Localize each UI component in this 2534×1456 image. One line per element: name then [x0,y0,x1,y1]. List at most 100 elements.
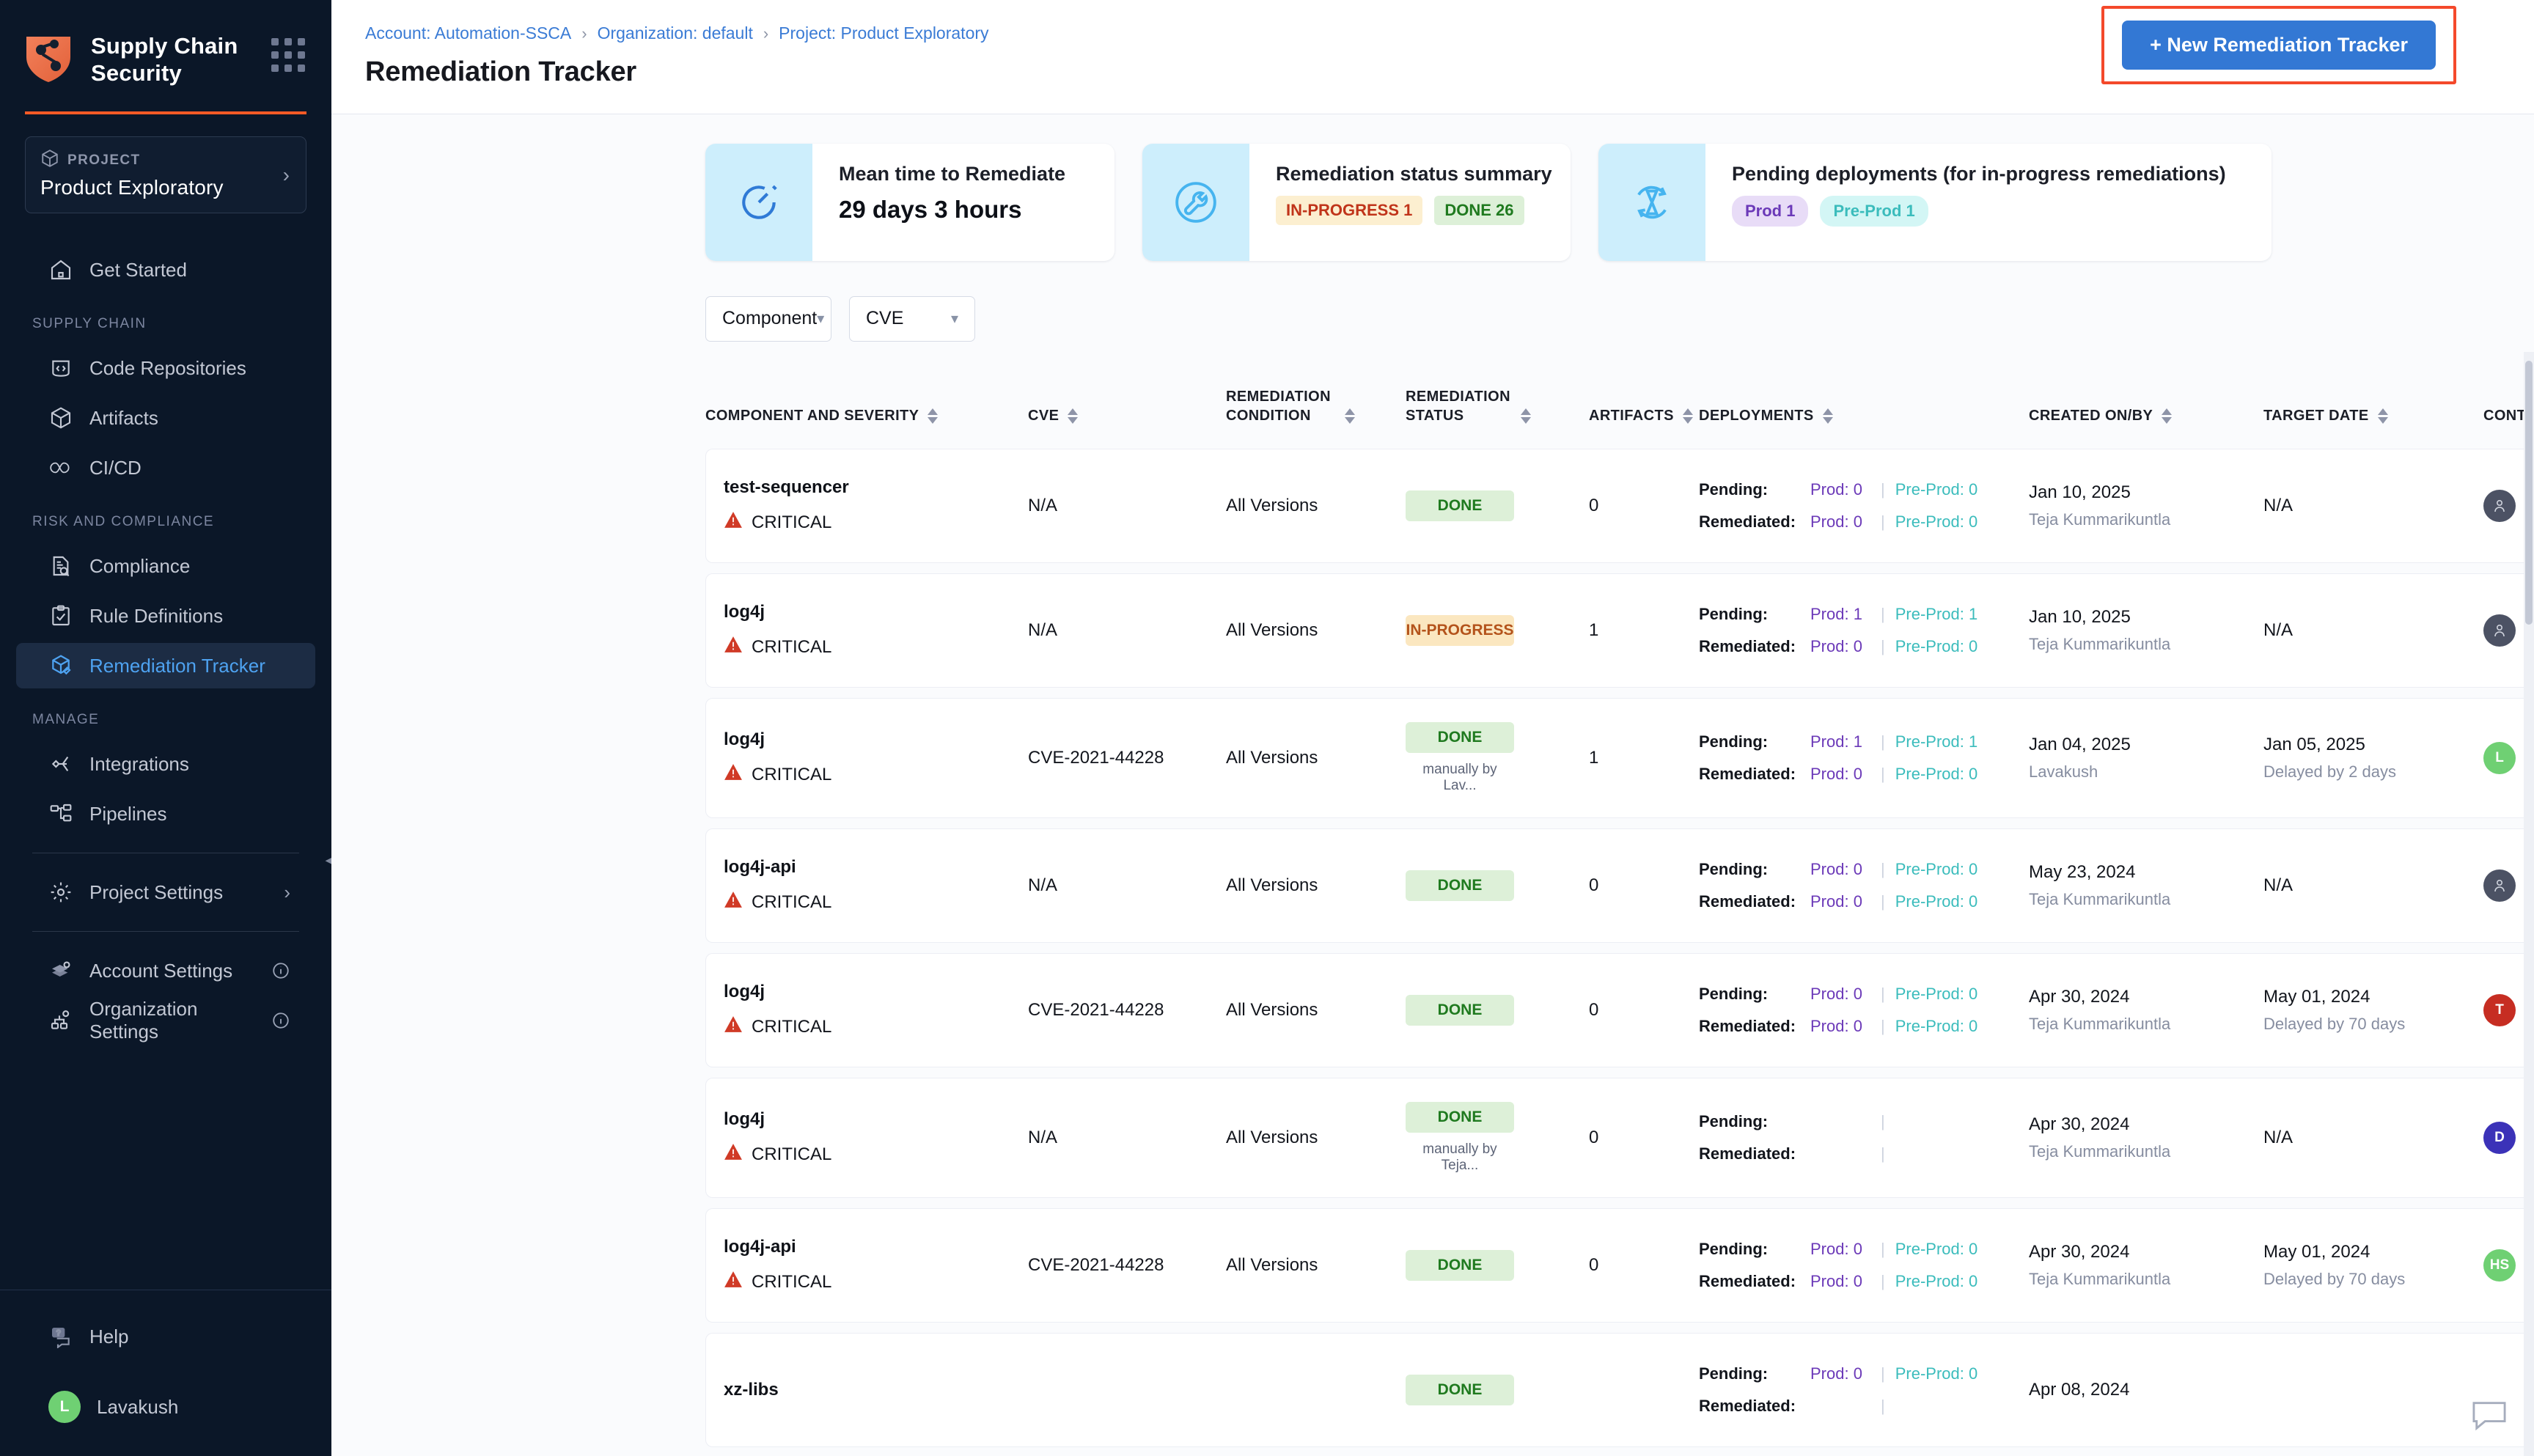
table-row[interactable]: test-sequencer CRITICAL N/A All Versions … [705,448,2534,563]
deployments-remediated: Remediated: Prod: 0 | Pre-Prod: 0 [1699,892,2029,911]
sidebar-item-compliance[interactable]: Compliance [16,543,315,589]
breadcrumb-organization[interactable]: Organization: default [598,23,753,43]
vertical-scrollbar-thumb[interactable] [2525,361,2533,625]
shield-supply-chain-logo-icon [25,35,72,84]
sort-icon[interactable] [1822,408,1833,425]
filter-bar: Component ▾ CVE ▾ [331,261,2534,342]
status-badge: DONE [1406,721,1514,753]
sort-icon[interactable] [1345,408,1355,425]
sort-icon[interactable] [1521,408,1531,425]
main-area: Account: Automation-SSCA › Organization:… [331,0,2534,1456]
new-remediation-tracker-button[interactable]: + New Remediation Tracker [2122,21,2436,70]
breadcrumb-account[interactable]: Account: Automation-SSCA [365,23,571,43]
sidebar-item-project-settings[interactable]: Project Settings › [16,869,315,915]
sort-icon[interactable] [928,408,939,425]
deployments-divider: | [1881,1364,1885,1383]
created-by: Teja Kummarikuntla [2029,1141,2171,1161]
sidebar-item-organization-settings[interactable]: Organization Settings [16,998,315,1043]
table-row[interactable]: log4j-api CRITICAL N/A All Versions DONE … [705,828,2534,943]
sidebar-item-remediation-tracker[interactable]: Remediation Tracker [16,643,315,688]
deployments-divider: | [1881,512,1885,531]
status-subtext: manually by Lav... [1422,761,1497,793]
col-remediation-status[interactable]: REMEDIATION STATUS [1406,387,1589,438]
brand-header[interactable]: Supply Chain Security [0,0,331,97]
created-by: Teja Kummarikuntla [2029,1014,2171,1033]
app-grid-icon[interactable] [271,38,305,72]
sort-icon[interactable] [1682,408,1693,425]
sidebar-item-rule-definitions[interactable]: Rule Definitions [16,593,315,639]
sidebar-section-supply-chain: SUPPLY CHAIN [32,316,147,331]
col-remediation-condition[interactable]: REMEDIATION CONDITION [1226,387,1406,438]
infinity-icon [48,455,73,480]
sidebar-item-code-repositories[interactable]: Code Repositories [16,345,315,391]
sidebar-item-integrations[interactable]: Integrations [16,741,315,787]
deployment-chips: Prod 1 Pre-Prod 1 [1732,195,2226,227]
deployments-divider: | [1881,859,1885,878]
component-filter-select[interactable]: Component ▾ [705,295,831,342]
sidebar-item-get-started[interactable]: Get Started [16,247,315,293]
col-deployments[interactable]: DEPLOYMENTS [1699,387,2029,438]
gear-icon [48,880,73,905]
project-selector[interactable]: PROJECT Product Exploratory › [25,136,306,213]
sidebar-item-help[interactable]: ? Help [16,1314,315,1359]
component-name: log4j [724,729,765,750]
chat-support-icon[interactable] [2469,1397,2509,1431]
info-icon[interactable] [271,961,290,980]
status-chips: IN-PROGRESS 1 DONE 26 [1276,195,1552,225]
cell-deployments: Pending: Prod: 0 | Pre-Prod: 0 Remediate… [1699,952,2029,1067]
sidebar-footer: ? Help L Lavakush [0,1290,331,1456]
col-created-on-by[interactable]: CREATED ON/BY [2029,387,2263,438]
sort-icon[interactable] [1068,408,1079,425]
severity-label: CRITICAL [752,512,832,532]
card-label: Pending deployments (for in-progress rem… [1732,162,2226,185]
sidebar-user[interactable]: L Lavakush [16,1384,315,1430]
breadcrumb-project[interactable]: Project: Product Exploratory [779,23,988,43]
sidebar-item-label: Code Repositories [89,356,246,379]
sidebar-item-artifacts[interactable]: Artifacts [16,395,315,441]
deployments-remediated: Remediated: Prod: 0 | Pre-Prod: 0 [1699,1017,2029,1036]
sort-icon[interactable] [2377,408,2388,425]
sort-icon[interactable] [2162,408,2173,425]
table-row[interactable]: log4j CRITICAL CVE-2021-44228 All Version… [705,952,2534,1067]
deployments-pending-preprod: Pre-Prod: 0 [1895,984,1978,1003]
component-filter-value: Component [722,308,818,329]
severity-badge: CRITICAL [724,1143,1028,1166]
col-artifacts[interactable]: ARTIFACTS [1589,387,1699,438]
target-date: N/A [2263,619,2294,640]
cell-target-date [2263,1332,2483,1447]
cell-target-date: N/A [2263,573,2483,688]
cube-icon [48,405,73,430]
cube-icon [40,149,59,172]
cell-artifacts: 0 [1589,1077,1699,1198]
created-by: Teja Kummarikuntla [2029,1269,2171,1288]
table-row[interactable]: log4j CRITICAL N/A All Versions DONE manu… [705,1077,2534,1198]
sidebar-item-pipelines[interactable]: Pipelines [16,791,315,837]
chevron-right-icon: › [284,880,290,903]
severity-badge: CRITICAL [724,1271,1028,1293]
deployments-divider: | [1881,732,1885,751]
info-icon[interactable] [271,1011,290,1030]
table-row[interactable]: log4j CRITICAL N/A All Versions IN-PROGRE… [705,573,2534,688]
component-name: test-sequencer [724,477,849,498]
col-target-date[interactable]: TARGET DATE [2263,387,2483,438]
remediation-table-wrapper: COMPONENT AND SEVERITY CVE REMEDIATION C… [331,342,2534,1456]
created-on: Jan 04, 2025 [2029,734,2131,754]
severity-label: CRITICAL [752,1016,832,1037]
table-row[interactable]: log4j-api CRITICAL CVE-2021-44228 All Ver… [705,1207,2534,1323]
sidebar-item-account-settings[interactable]: Account Settings [16,948,315,993]
status-badge: IN-PROGRESS [1406,614,1514,646]
deployments-pending-label: Pending: [1699,732,1769,751]
table-row[interactable]: log4j CRITICAL CVE-2021-44228 All Version… [705,697,2534,818]
target-date-delay: Delayed by 2 days [2263,762,2396,781]
sidebar-item-ci-cd[interactable]: CI/CD [16,445,315,490]
column-label: REMEDIATION CONDITION [1226,388,1331,424]
sidebar-section-manage: MANAGE [32,712,100,727]
cve-filter-select[interactable]: CVE ▾ [849,295,975,342]
table-row[interactable]: xz-libs DONE Pending: Prod: 0 | Pre-Prod… [705,1332,2534,1447]
col-cve[interactable]: CVE [1028,387,1226,438]
deployments-pending-prod: Prod: 0 [1810,1364,1862,1383]
deployments-divider: | [1881,1396,1885,1415]
col-component-and-severity[interactable]: COMPONENT AND SEVERITY [705,387,1028,438]
cell-target-date: N/A [2263,828,2483,943]
deployments-pending-label: Pending: [1699,604,1769,623]
